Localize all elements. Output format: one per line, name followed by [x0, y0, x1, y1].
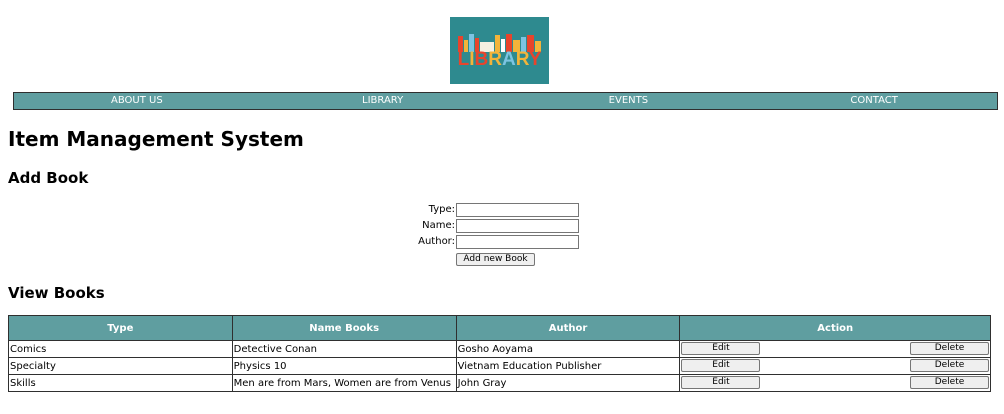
column-header-author: Author: [455, 315, 681, 341]
library-logo-image: LIBRARY: [450, 17, 549, 84]
cell-action: Edit Delete: [679, 340, 991, 358]
edit-button[interactable]: Edit: [681, 376, 761, 389]
type-input[interactable]: [456, 203, 579, 217]
name-label: Name:: [422, 220, 455, 231]
top-navigation-bar: ABOUT US LIBRARY EVENTS CONTACT: [13, 92, 998, 110]
column-header-type: Type: [8, 315, 233, 341]
books-table: Type Name Books Author Action Comics Det…: [8, 315, 991, 392]
cell-author: John Gray: [455, 374, 681, 392]
nav-item-library[interactable]: LIBRARY: [260, 93, 506, 109]
edit-button[interactable]: Edit: [681, 359, 761, 372]
logo-wordmark: LIBRARY: [457, 49, 542, 70]
table-header-row: Type Name Books Author Action: [8, 315, 991, 341]
type-row: Type:: [380, 203, 600, 217]
cell-type: Specialty: [8, 357, 233, 375]
author-row: Author:: [380, 235, 600, 249]
cell-action: Edit Delete: [679, 357, 991, 375]
library-logo: LIBRARY: [450, 17, 549, 84]
table-row: Specialty Physics 10 Vietnam Education P…: [8, 357, 991, 375]
column-header-name-books: Name Books: [231, 315, 457, 341]
page-title: Item Management System: [8, 127, 304, 151]
cell-name: Men are from Mars, Women are from Venus: [231, 374, 457, 392]
author-label: Author:: [418, 236, 455, 247]
cell-type: Skills: [8, 374, 233, 392]
cell-name: Physics 10: [231, 357, 457, 375]
nav-item-events[interactable]: EVENTS: [506, 93, 752, 109]
delete-button[interactable]: Delete: [910, 376, 989, 389]
delete-button[interactable]: Delete: [910, 342, 989, 355]
name-row: Name:: [380, 219, 600, 233]
cell-action: Edit Delete: [679, 374, 991, 392]
nav-item-about-us[interactable]: ABOUT US: [14, 93, 260, 109]
cell-author: Vietnam Education Publisher: [455, 357, 681, 375]
cell-name: Detective Conan: [231, 340, 457, 358]
add-book-heading: Add Book: [8, 169, 89, 187]
column-header-action: Action: [679, 315, 991, 341]
delete-button[interactable]: Delete: [910, 359, 989, 372]
cell-type: Comics: [8, 340, 233, 358]
table-row: Skills Men are from Mars, Women are from…: [8, 374, 991, 392]
author-input[interactable]: [456, 235, 579, 249]
add-new-book-button[interactable]: Add new Book: [456, 253, 535, 266]
table-row: Comics Detective Conan Gosho Aoyama Edit…: [8, 340, 991, 358]
nav-item-contact[interactable]: CONTACT: [751, 93, 997, 109]
name-input[interactable]: [456, 219, 579, 233]
type-label: Type:: [428, 204, 455, 215]
view-books-heading: View Books: [8, 284, 105, 302]
cell-author: Gosho Aoyama: [455, 340, 681, 358]
edit-button[interactable]: Edit: [681, 342, 761, 355]
